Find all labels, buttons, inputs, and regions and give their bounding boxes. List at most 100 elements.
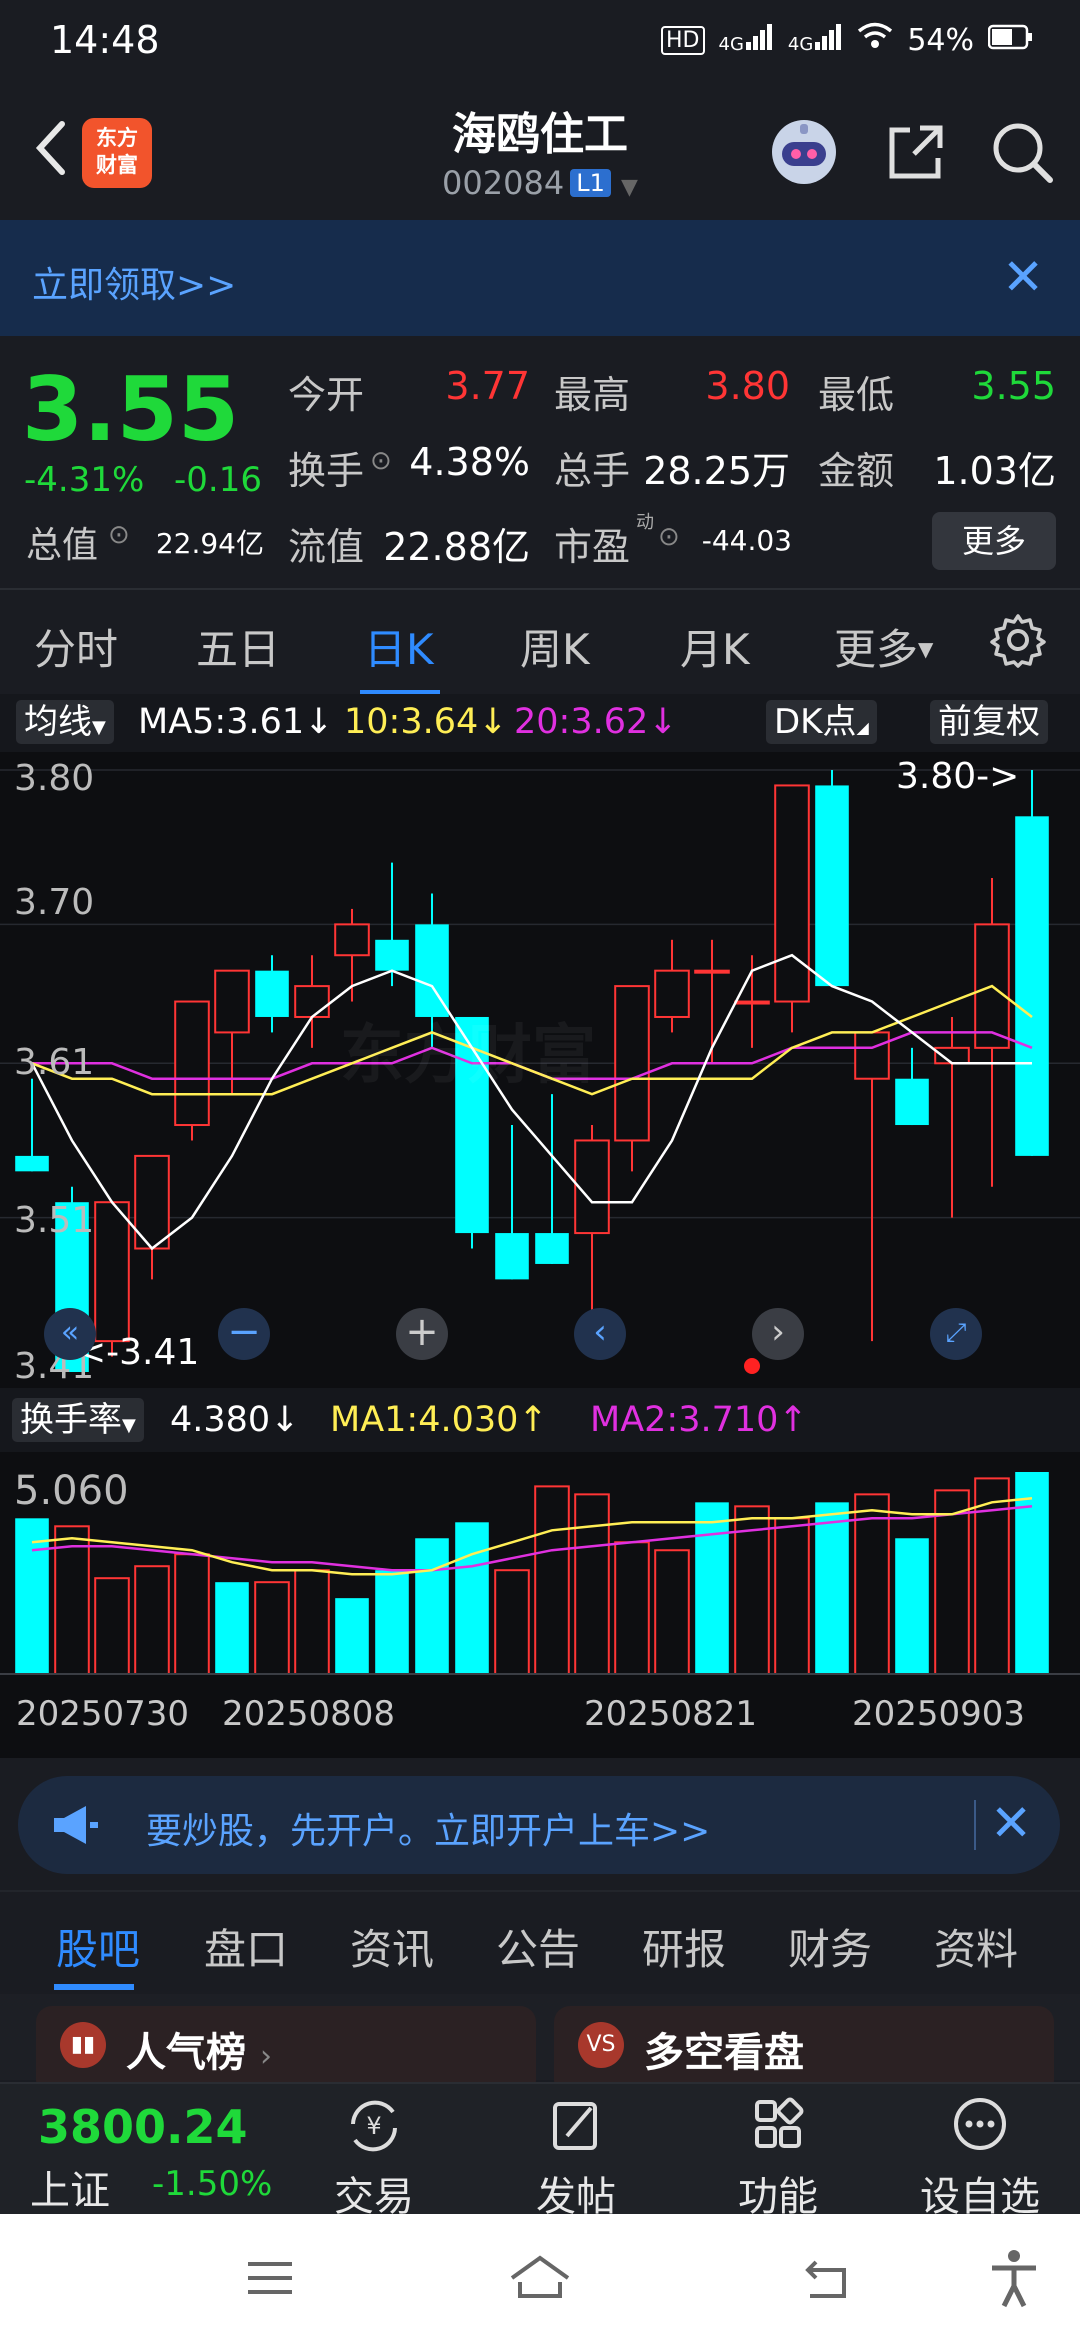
turnover-ma1: MA1:4.030↑: [330, 1400, 548, 1440]
candle-body: [654, 969, 690, 1018]
close-icon[interactable]: ✕: [990, 1794, 1032, 1852]
accessibility-icon[interactable]: [984, 2248, 1044, 2308]
info-icon[interactable]: ⊙: [370, 446, 392, 476]
zoom-in-button[interactable]: +: [396, 1308, 448, 1360]
candle-body: [214, 969, 250, 1034]
turnover-bar: [494, 1569, 530, 1675]
y-axis-label: 3.51: [14, 1200, 95, 1241]
turnover-value: 4.380↓: [170, 1400, 300, 1440]
turnover-bar: [934, 1489, 970, 1676]
bull-bear-card-title: 多空看盘: [644, 2030, 804, 2076]
close-icon[interactable]: ✕: [1002, 248, 1044, 306]
info-icon[interactable]: ⊙: [658, 522, 680, 552]
tab-research[interactable]: 研报: [642, 1916, 726, 1977]
dk-point-button[interactable]: DK点◢: [766, 700, 877, 744]
tab-news[interactable]: 资讯: [350, 1916, 434, 1977]
candle-body: [255, 970, 289, 1017]
tab-five-day[interactable]: 五日: [196, 616, 280, 677]
post-button[interactable]: 发帖: [506, 2094, 646, 2222]
open-value: 3.77: [445, 364, 530, 408]
turnover-selector[interactable]: 换手率▼: [12, 1398, 144, 1442]
tab-weekly-k[interactable]: 周K: [520, 616, 590, 677]
home-icon[interactable]: [508, 2248, 570, 2308]
turnover-bar: [174, 1553, 210, 1675]
date-axis: 20250730 20250808 20250821 20250903: [0, 1688, 1080, 1758]
open-account-ad[interactable]: 要炒股，先开户。立即开户上车>> ✕: [18, 1776, 1060, 1874]
open-label: 今开: [288, 373, 365, 417]
change-value: -0.16: [174, 460, 262, 500]
jump-start-button[interactable]: «: [44, 1308, 96, 1360]
menu-icon[interactable]: [240, 2248, 300, 2308]
info-icon[interactable]: ⊙: [108, 520, 130, 550]
battery-percent: 54%: [907, 22, 974, 58]
robot-assistant-icon[interactable]: [768, 116, 840, 188]
share-icon[interactable]: [880, 116, 952, 188]
scroll-right-button[interactable]: ›: [752, 1308, 804, 1360]
level-badge: L1: [570, 169, 611, 197]
tab-daily-k[interactable]: 日K: [364, 616, 434, 677]
svg-text:¥: ¥: [366, 2112, 381, 2140]
turnover-bar: [415, 1538, 449, 1674]
tab-intraday[interactable]: 分时: [34, 616, 118, 677]
scroll-left-button[interactable]: ‹: [574, 1308, 626, 1360]
zoom-out-button[interactable]: −: [218, 1308, 270, 1360]
turnover-indicator-row: 换手率▼ 4.380↓ MA1:4.030↑ MA2:3.710↑: [0, 1388, 1080, 1452]
tab-pankou[interactable]: 盘口: [204, 1916, 288, 1977]
functions-button[interactable]: 功能: [708, 2094, 848, 2222]
date-label: 20250808: [222, 1694, 396, 1734]
ma-selector[interactable]: 均线▼: [16, 700, 114, 744]
tab-guba[interactable]: 股吧: [56, 1916, 140, 1977]
float-cap-value: 22.88亿: [383, 525, 530, 569]
edit-icon: [506, 2094, 646, 2164]
turnover-bar: [534, 1485, 570, 1676]
back-nav-icon[interactable]: [796, 2248, 856, 2308]
low-value: 3.55: [971, 364, 1056, 408]
ad-text[interactable]: 要炒股，先开户。立即开户上车>>: [146, 1802, 710, 1854]
search-icon[interactable]: [986, 116, 1058, 188]
wifi-icon: [857, 22, 893, 58]
add-watchlist-button[interactable]: 设自选: [910, 2094, 1050, 2222]
kline-chart[interactable]: 3.80 3.70 3.61 3.51 3.41 3.80-> <-3.41 东…: [0, 752, 1080, 1388]
trade-button[interactable]: ¥ 交易: [304, 2094, 444, 2222]
promo-banner-text[interactable]: 立即领取>>: [32, 256, 236, 308]
megaphone-icon: [46, 1800, 106, 1850]
turnover-bar: [254, 1581, 290, 1676]
amount-label: 金额: [818, 449, 895, 493]
adjust-price-button[interactable]: 前复权: [930, 700, 1048, 744]
turnover-svg[interactable]: [0, 1452, 1080, 1688]
date-label: 20250903: [852, 1694, 1026, 1734]
candle-body: [334, 923, 370, 957]
ma5-value: MA5:3.61↓: [138, 702, 334, 742]
index-change: -1.50%: [152, 2164, 273, 2204]
signal-1-icon: 4G: [719, 23, 774, 58]
market-cap-value: 22.94亿: [155, 527, 264, 560]
market-cap-label: 总值: [26, 525, 99, 566]
content-tabs: 股吧 盘口 资讯 公告 研报 财务 资料: [0, 1890, 1080, 1994]
stock-code: 002084: [442, 164, 565, 202]
more-dots-icon: [910, 2094, 1050, 2164]
turnover-bar: [215, 1582, 249, 1674]
ma-indicator-row: 均线▼ MA5:3.61↓ 10:3.64↓ 20:3.62↓ DK点◢ 前复权: [0, 694, 1080, 752]
tab-monthly-k[interactable]: 月K: [680, 616, 750, 677]
change-percent: -4.31%: [24, 460, 145, 500]
more-button[interactable]: 更多: [932, 512, 1056, 570]
fullscreen-icon[interactable]: ⤢: [930, 1308, 982, 1360]
volume-label: 总手: [554, 449, 631, 493]
high-value: 3.80: [705, 364, 790, 408]
low-label: 最低: [818, 373, 895, 417]
tab-announcements[interactable]: 公告: [496, 1916, 580, 1977]
candle-body: [854, 1031, 890, 1080]
event-marker-dot[interactable]: [744, 1358, 760, 1374]
tab-profile[interactable]: 资料: [934, 1916, 1018, 1977]
settings-gear-icon[interactable]: [990, 612, 1046, 668]
candle-body: [495, 1233, 529, 1280]
tab-more[interactable]: 更多▼: [834, 616, 933, 677]
candle-body: [375, 939, 409, 971]
dropdown-arrow-icon: ▼: [918, 637, 934, 661]
turnover-bar: [294, 1569, 330, 1675]
promo-banner[interactable]: 立即领取>> ✕: [0, 220, 1080, 336]
turnover-y-label: 5.060: [14, 1468, 129, 1514]
turnover-bar: [695, 1502, 729, 1674]
turnover-bar: [654, 1549, 690, 1675]
tab-finance[interactable]: 财务: [788, 1916, 872, 1977]
